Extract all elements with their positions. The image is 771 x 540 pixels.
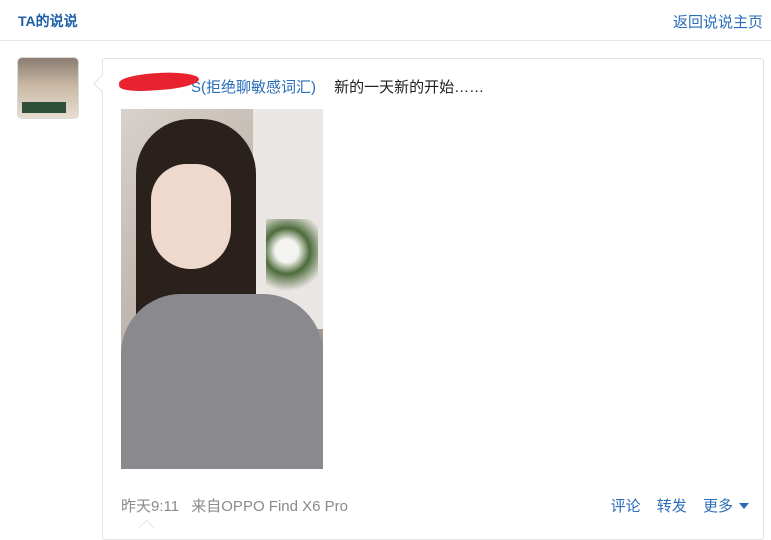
post-header: S(拒绝聊敏感词汇) 新的一天新的开始…… xyxy=(118,70,485,97)
avatar[interactable] xyxy=(17,57,79,119)
post-footer: 昨天9:11 来自OPPO Find X6 Pro 评论 转发 更多 xyxy=(121,495,749,516)
redaction-mark xyxy=(118,70,200,93)
photo-face xyxy=(151,164,231,269)
post-actions: 评论 转发 更多 xyxy=(599,495,749,516)
footer-divider-notch xyxy=(138,519,155,536)
post-card: S(拒绝聊敏感词汇) 新的一天新的开始…… 昨天9:11 来自OPPO Find… xyxy=(102,58,764,540)
photo-sweater xyxy=(121,294,323,469)
forward-button[interactable]: 转发 xyxy=(657,498,687,515)
post-text: 新的一天新的开始…… xyxy=(334,79,485,96)
comment-button[interactable]: 评论 xyxy=(611,498,641,515)
back-to-main-link[interactable]: 返回说说主页 xyxy=(673,11,763,32)
post-timestamp: 昨天9:11 xyxy=(121,498,180,515)
avatar-caption-band xyxy=(22,102,66,113)
more-label: 更多 xyxy=(702,498,733,515)
photo-flowers xyxy=(266,219,318,299)
top-bar: TA的说说 返回说说主页 xyxy=(0,0,771,41)
page-title: TA的说说 xyxy=(18,13,78,29)
caret-down-icon xyxy=(739,503,749,509)
post-source: 来自OPPO Find X6 Pro xyxy=(191,498,348,515)
post-photo[interactable] xyxy=(121,109,323,469)
more-button[interactable]: 更多 xyxy=(703,498,749,515)
author-name[interactable]: S(拒绝聊敏感词汇) xyxy=(191,79,316,96)
